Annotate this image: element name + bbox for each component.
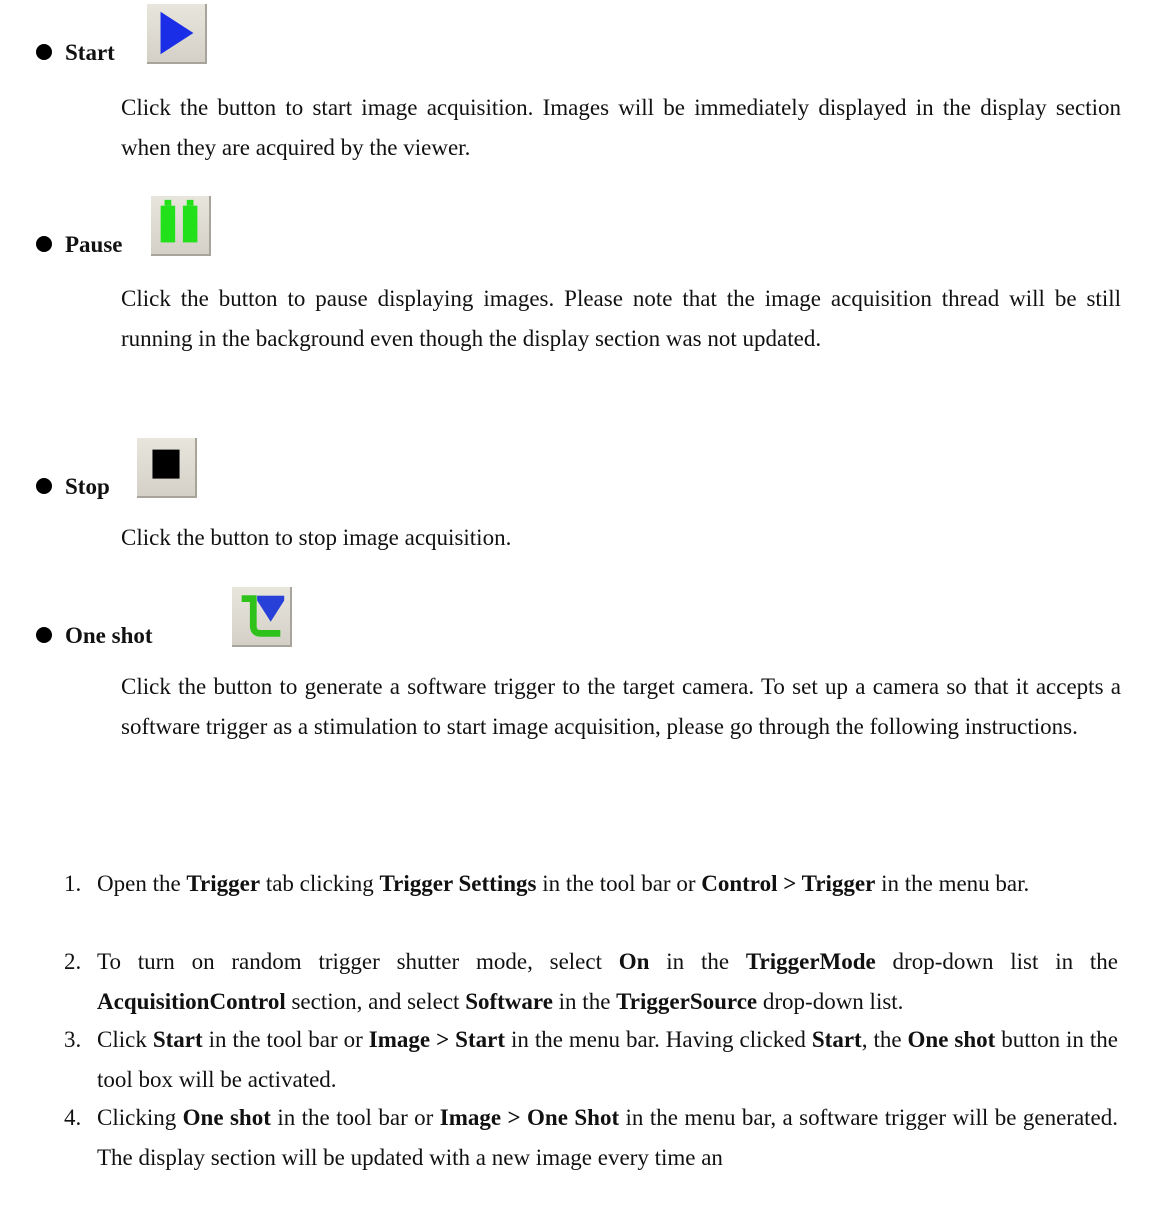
step-2: 2. To turn on random trigger shutter mod…: [64, 942, 1118, 1022]
one-shot-description: Click the button to generate a software …: [121, 674, 1121, 739]
bullet-title: One shot: [65, 623, 153, 648]
bullet-start: Start: [36, 4, 636, 64]
step-1: 1. Open the Trigger tab clicking Trigger…: [64, 864, 1118, 904]
step-bold: TriggerMode: [745, 949, 876, 974]
step-text: in the menu bar.: [875, 871, 1030, 896]
step-text: in the menu bar. Having clicked: [505, 1027, 812, 1052]
step-text: Clicking: [97, 1105, 183, 1130]
step-bold: Start: [811, 1027, 862, 1052]
play-icon: [147, 4, 207, 64]
bullet-title: Start: [65, 40, 115, 65]
step-text: , the: [861, 1027, 908, 1052]
pause-description: Click the button to pause displaying ima…: [121, 286, 1121, 351]
step-bold: Trigger: [186, 871, 261, 896]
step-bold: One shot: [907, 1027, 996, 1052]
step-text: in the tool bar or: [536, 871, 702, 896]
document-page: Start Click the button to start image ac…: [0, 0, 1151, 1227]
stop-icon: [137, 438, 197, 498]
bullet-pause: Pause: [36, 196, 636, 256]
step-text: in the: [649, 949, 746, 974]
step-bold: Software: [465, 989, 553, 1014]
one-shot-icon: [232, 587, 292, 647]
bullet-title: Pause: [65, 232, 123, 257]
bullet-dot: [36, 627, 52, 643]
step-number: 4.: [64, 1105, 82, 1130]
step-text: in the tool bar or: [270, 1105, 440, 1130]
step-text: Open the: [97, 871, 187, 896]
step-text: section, and select: [285, 989, 466, 1014]
step-bold: On: [618, 949, 650, 974]
step-number: 3.: [64, 1027, 82, 1052]
stop-description: Click the button to stop image acquisiti…: [121, 525, 512, 550]
bullet-stop: Stop: [36, 438, 636, 498]
bullet-title: Stop: [65, 474, 110, 499]
bullet-dot: [36, 236, 52, 252]
step-text: drop-down list in the: [875, 949, 1118, 974]
step-text: Click: [97, 1027, 153, 1052]
step-text: tab clicking: [260, 871, 380, 896]
bullet-dot: [36, 44, 52, 60]
step-number: 2.: [64, 949, 82, 974]
step-bold: One shot: [182, 1105, 271, 1130]
step-text: drop-down list.: [757, 989, 904, 1014]
step-bold: Trigger Settings: [379, 871, 537, 896]
step-text: To turn on random trigger shutter mode, …: [97, 949, 619, 974]
step-bold: Control > Trigger: [701, 871, 876, 896]
step-text: in the: [552, 989, 617, 1014]
bullet-one-shot: One shot: [36, 587, 636, 647]
step-bold: Image > One Shot: [439, 1105, 620, 1130]
start-description: Click the button to start image acquisit…: [121, 95, 1121, 160]
step-bold: AcquisitionControl: [97, 989, 286, 1014]
step-4: 4. Clicking One shot in the tool bar or …: [64, 1098, 1118, 1178]
step-bold: TriggerSource: [616, 989, 758, 1014]
step-text: in the tool bar or: [202, 1027, 369, 1052]
step-3: 3. Click Start in the tool bar or Image …: [64, 1020, 1118, 1100]
pause-icon: [151, 196, 211, 256]
step-bold: Start: [152, 1027, 203, 1052]
step-number: 1.: [64, 871, 82, 896]
bullet-dot: [36, 478, 52, 494]
step-bold: Image > Start: [368, 1027, 505, 1052]
